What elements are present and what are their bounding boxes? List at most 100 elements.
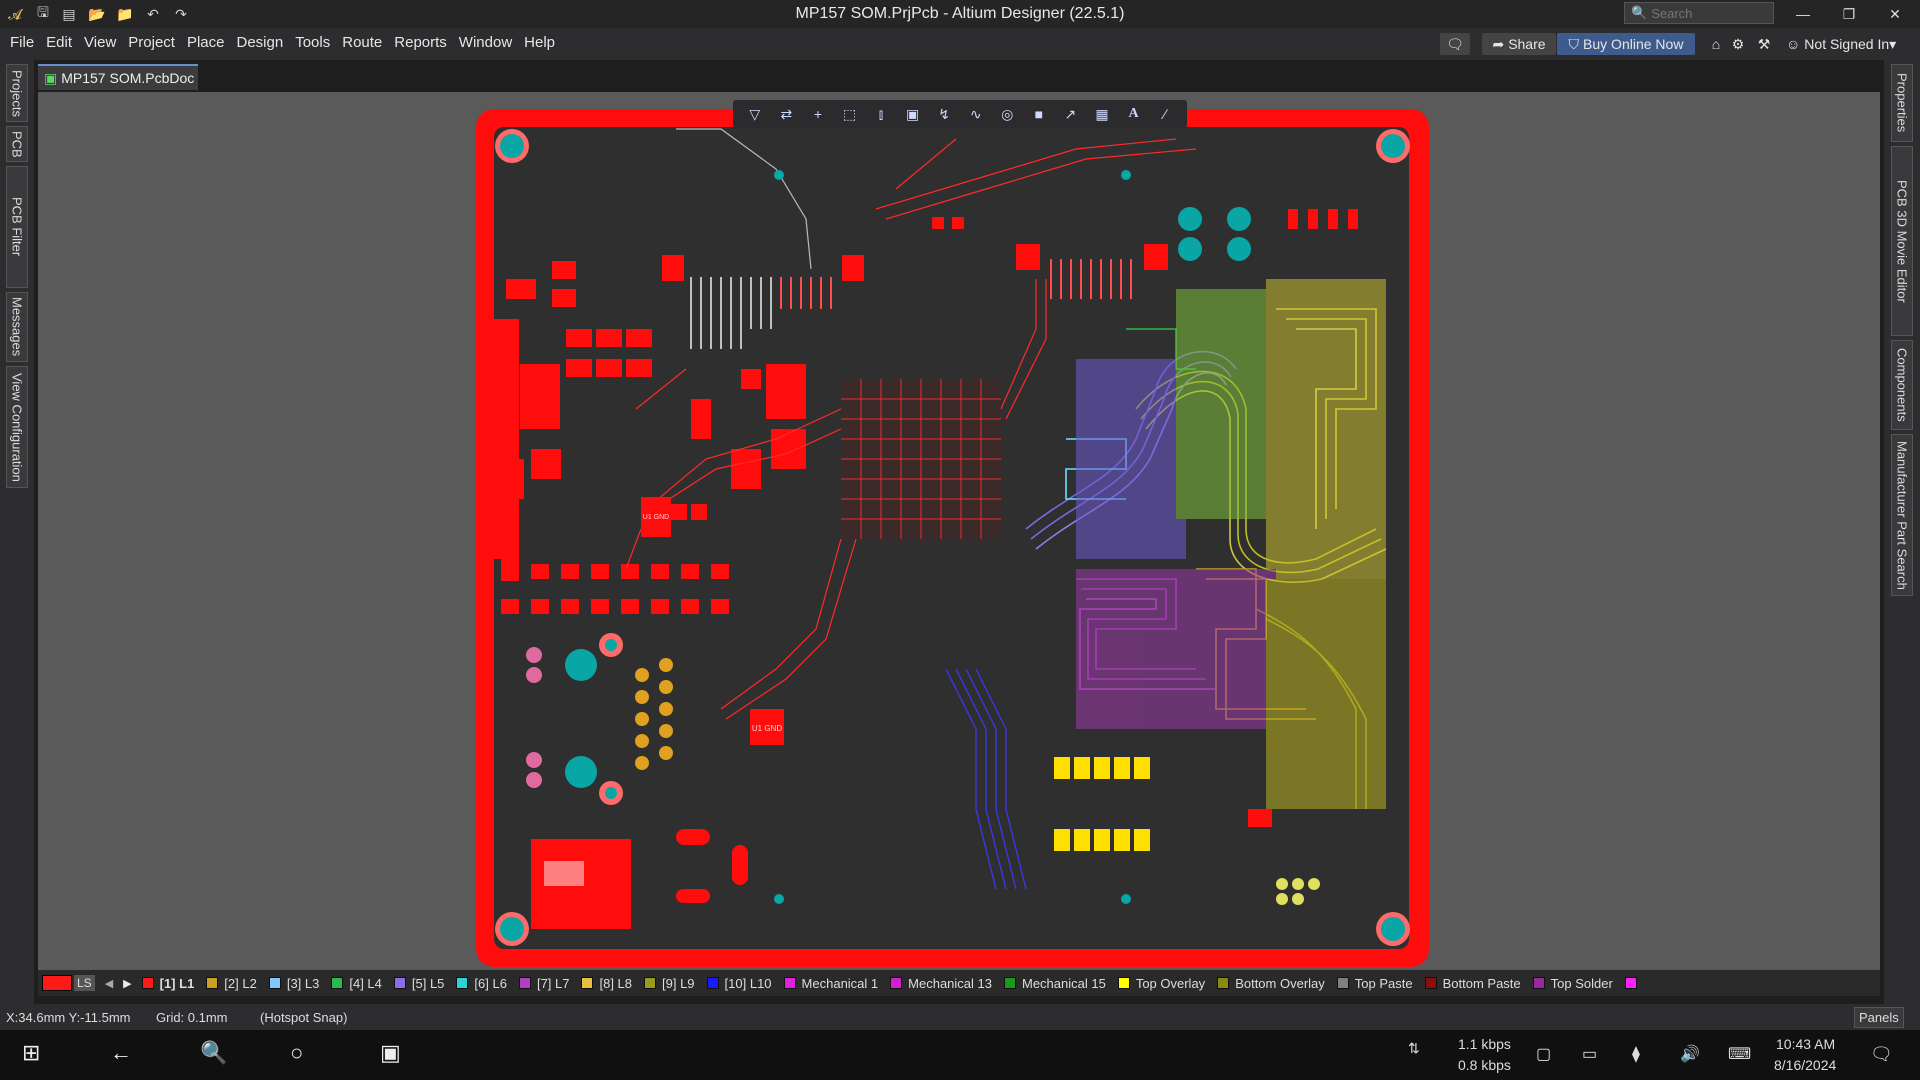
menu-window[interactable]: Window xyxy=(453,34,518,51)
layer-set-label: LS xyxy=(74,975,95,991)
line-icon[interactable]: ∕ xyxy=(1153,106,1177,122)
home-button[interactable]: ⌂ xyxy=(1706,33,1726,55)
crosshair-icon[interactable]: + xyxy=(806,106,830,122)
user-button[interactable]: ☺ Not Signed In ▾ xyxy=(1786,33,1916,55)
gear-icon: ⚙ xyxy=(1731,35,1745,52)
layer-tab-mechanical-13[interactable]: Mechanical 13 xyxy=(890,976,992,991)
layer-tab-l5[interactable]: [5] L5 xyxy=(393,976,444,991)
layer-scroll-left-icon[interactable]: ◀ xyxy=(105,977,113,990)
layer-tab-mechanical-15[interactable]: Mechanical 15 xyxy=(1003,976,1106,991)
dimension-icon[interactable]: ↗ xyxy=(1058,106,1082,123)
save-icon[interactable]: 🖫 xyxy=(32,4,54,24)
notifications-button[interactable]: ⚒ xyxy=(1754,33,1774,55)
route-icon[interactable]: ⇄ xyxy=(774,106,798,123)
layer-scroll-right-icon[interactable]: ▶ xyxy=(123,977,131,990)
fill-icon[interactable]: ■ xyxy=(1027,106,1051,122)
clock-date[interactable]: 8/16/2024 xyxy=(1774,1057,1836,1073)
redo-icon[interactable]: ↷ xyxy=(170,4,192,24)
task-view-icon[interactable]: ▣ xyxy=(380,1040,401,1066)
layer-tab-mechanical-1[interactable]: Mechanical 1 xyxy=(783,976,878,991)
layer-tab-l2[interactable]: [2] L2 xyxy=(206,976,257,991)
wifi-icon[interactable]: ⧫ xyxy=(1632,1044,1640,1064)
battery-icon[interactable]: ▭ xyxy=(1582,1044,1597,1064)
clock-time[interactable]: 10:43 AM xyxy=(1776,1036,1835,1052)
layer-tab-top-overlay[interactable]: Top Overlay xyxy=(1117,976,1205,991)
layer-tab-bottom-paste[interactable]: Bottom Paste xyxy=(1424,976,1521,991)
menu-design[interactable]: Design xyxy=(231,34,290,51)
back-icon[interactable]: ← xyxy=(110,1040,132,1066)
volume-icon[interactable]: 🔊 xyxy=(1680,1044,1700,1064)
cortana-icon[interactable]: ○ xyxy=(290,1040,303,1066)
close-button[interactable]: ✕ xyxy=(1872,0,1918,28)
restore-button[interactable]: ❐ xyxy=(1826,0,1872,28)
layer-tab-l7[interactable]: [7] L7 xyxy=(518,976,569,991)
document-tab[interactable]: ▣ MP157 SOM.PcbDoc xyxy=(38,64,198,90)
open-project-icon[interactable]: 📁 xyxy=(114,4,136,24)
buy-online-button[interactable]: ⛉ Buy Online Now xyxy=(1557,33,1695,55)
layer-tab-bottom-overlay[interactable]: Bottom Overlay xyxy=(1217,976,1325,991)
panel-tab-pcb[interactable]: PCB xyxy=(6,126,28,162)
via-icon[interactable]: ◎ xyxy=(995,106,1019,123)
menu-tools[interactable]: Tools xyxy=(289,34,336,51)
save-all-icon[interactable]: ▤ xyxy=(58,4,80,24)
settings-button[interactable]: ⚙ xyxy=(1728,33,1748,55)
text-icon[interactable]: A xyxy=(1122,106,1146,122)
room-icon[interactable]: ▦ xyxy=(1090,106,1114,123)
menu-view[interactable]: View xyxy=(78,34,122,51)
align-icon[interactable]: ⫾ xyxy=(869,106,893,123)
layer-tab-l1[interactable]: [1] L1 xyxy=(141,976,194,991)
panel-tab-view-configuration[interactable]: View Configuration xyxy=(6,366,28,488)
layer-tab-l4[interactable]: [4] L4 xyxy=(331,976,382,991)
network-speed-icon: ⇅ xyxy=(1408,1040,1420,1056)
filter-icon[interactable]: ▽ xyxy=(743,106,767,123)
layer-tab-l10[interactable]: [10] L10 xyxy=(706,975,772,991)
share-button[interactable]: ➦ Share xyxy=(1482,33,1556,55)
open-folder-icon[interactable]: 📂 xyxy=(86,4,108,24)
layer-tab-top-solder[interactable]: Top Solder xyxy=(1532,976,1613,991)
pcb-board[interactable]: U1 GND U1 GND xyxy=(476,109,1429,967)
menu-help[interactable]: Help xyxy=(518,34,561,51)
layer-label: [9] L9 xyxy=(662,975,695,991)
layer-tab-l3[interactable]: [3] L3 xyxy=(268,976,319,991)
menu-file[interactable]: File xyxy=(4,34,40,51)
length-tune-icon[interactable]: ∿ xyxy=(964,106,988,123)
keyboard-icon[interactable]: ⌨ xyxy=(1728,1044,1751,1064)
notification-center-icon[interactable]: 🗨 xyxy=(1870,1044,1893,1065)
layer-tab-l6[interactable]: [6] L6 xyxy=(456,976,507,991)
panel-tab-properties[interactable]: Properties xyxy=(1891,64,1913,142)
menu-edit[interactable]: Edit xyxy=(40,34,78,51)
menu-project[interactable]: Project xyxy=(122,34,181,51)
layer-label: [10] L10 xyxy=(724,975,772,991)
panels-button[interactable]: Panels xyxy=(1854,1007,1904,1028)
undo-icon[interactable]: ↶ xyxy=(142,4,164,24)
panel-tab-pcb-filter[interactable]: PCB Filter xyxy=(6,166,28,288)
menu-reports[interactable]: Reports xyxy=(388,34,453,51)
layer-tab-l9[interactable]: [9] L9 xyxy=(644,976,695,991)
camera-icon[interactable]: ▢ xyxy=(1536,1044,1551,1064)
windows-taskbar: ⊞ ← 🔍 ○ ▣ ⇅ 1.1 kbps 0.8 kbps ▢ ▭ ⧫ 🔊 ⌨ … xyxy=(0,1030,1920,1080)
search-input[interactable] xyxy=(1651,5,1772,21)
layer-tab-l8[interactable]: [8] L8 xyxy=(581,976,632,991)
layer-swatch xyxy=(581,977,594,989)
panel-tab-pcb-3d-movie-editor[interactable]: PCB 3D Movie Editor xyxy=(1891,146,1913,336)
search-box[interactable]: 🔍 xyxy=(1624,2,1774,24)
snap-mode: (Hotspot Snap) xyxy=(260,1010,348,1025)
feedback-button[interactable]: 🗨 xyxy=(1440,33,1470,55)
menu-route[interactable]: Route xyxy=(336,34,388,51)
layer-tab-top-paste[interactable]: Top Paste xyxy=(1336,976,1413,991)
windows-start-icon[interactable]: ⊞ xyxy=(22,1040,40,1066)
layer-set-button[interactable]: LS xyxy=(42,975,95,991)
panel-tab-manufacturer-part-search[interactable]: Manufacturer Part Search xyxy=(1891,434,1913,596)
panel-tab-projects[interactable]: Projects xyxy=(6,64,28,122)
panel-tab-messages[interactable]: Messages xyxy=(6,292,28,362)
layer-swatch-overflow[interactable] xyxy=(1624,977,1637,989)
minimize-button[interactable]: — xyxy=(1780,0,1826,28)
right-panel-bar: Properties PCB 3D Movie Editor Component… xyxy=(1884,60,1920,1030)
component-icon[interactable]: ▣ xyxy=(901,106,925,123)
interactive-route-icon[interactable]: ↯ xyxy=(932,106,956,123)
select-rect-icon[interactable]: ⬚ xyxy=(837,106,861,123)
search-icon[interactable]: 🔍 xyxy=(200,1040,227,1066)
menu-place[interactable]: Place xyxy=(181,34,231,51)
panel-tab-components[interactable]: Components xyxy=(1891,340,1913,430)
user-icon: ☺ xyxy=(1786,36,1801,52)
